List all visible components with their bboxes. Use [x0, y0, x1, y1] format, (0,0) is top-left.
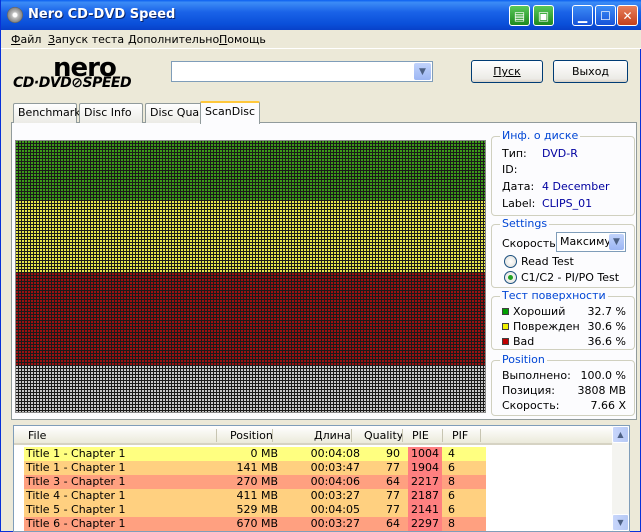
chevron-down-icon[interactable]: ▼ — [609, 234, 624, 250]
list-item[interactable]: Title 1 - Chapter 10 MB 00:04:08 90 1004 4 — [24, 447, 486, 461]
disc-label-value: CLIPS_01 — [542, 197, 593, 210]
list-item[interactable]: Title 5 - Chapter 1 529 MB 00:04:05 77 2141 6 — [24, 503, 486, 517]
start-button[interactable]: Пуск — [471, 60, 543, 83]
speed-label: Скорость — [502, 237, 556, 250]
surface-value: 36.6 % — [587, 335, 626, 348]
col-pie[interactable]: PIE — [412, 429, 429, 442]
read-test-radio[interactable] — [504, 255, 517, 268]
position-value: 3808 MB — [577, 384, 626, 397]
col-file[interactable]: File — [28, 429, 46, 442]
chevron-down-icon[interactable]: ▼ — [414, 63, 431, 80]
tab-scandisc[interactable]: ScanDisc — [200, 101, 260, 124]
app-window: Nero CD-DVD Speed ▤ ▣ ▁ ☐ ✕ Файл Запуск … — [0, 0, 641, 532]
disc-type-label: Тип: — [502, 147, 527, 160]
list-header: File Position Длина Quality PIE PIF — [14, 426, 614, 445]
done-value: 100.0 % — [580, 369, 626, 382]
disc-icon — [7, 7, 23, 23]
list-scrollbar[interactable]: ▲ ▼ — [612, 426, 629, 531]
maximize-button[interactable]: ☐ — [595, 5, 616, 26]
settings-group: Settings Скорость Максиму ▼ Read Test C1… — [491, 217, 635, 288]
surface-label: Поврежден — [513, 320, 580, 333]
list-item[interactable]: Title 6 - Chapter 1 670 MB 00:03:27 64 2297 8 — [24, 517, 486, 531]
results-list: File Position Длина Quality PIE PIF Titl… — [13, 425, 630, 532]
minimize-button[interactable]: ▁ — [572, 5, 593, 26]
c1c2-test-label: C1/C2 - PI/PO Test — [521, 271, 620, 284]
done-label: Выполнено: — [502, 369, 571, 382]
menu-file[interactable]: Файл — [11, 33, 41, 46]
position-label: Позиция: — [502, 384, 555, 397]
tab-benchmark[interactable]: Benchmark — [13, 103, 81, 123]
save-icon-button[interactable]: ▣ — [533, 5, 554, 26]
window-title: Nero CD-DVD Speed — [28, 7, 176, 22]
scroll-down-icon[interactable]: ▼ — [612, 514, 629, 531]
surface-value: 32.7 % — [587, 305, 626, 318]
nero-logo: nero CD·DVD⊘SPEED — [13, 53, 132, 91]
surface-swatch — [502, 308, 509, 315]
col-position[interactable]: Position — [230, 429, 273, 442]
scroll-up-icon[interactable]: ▲ — [612, 426, 629, 443]
read-test-label: Read Test — [521, 255, 574, 268]
surface-label: Bad — [513, 335, 535, 348]
exit-button[interactable]: Выход — [553, 60, 628, 83]
tab-disc-info[interactable]: Disc Info — [79, 103, 143, 123]
scan-surface-map — [15, 140, 486, 413]
scan-grid — [16, 141, 485, 412]
col-length[interactable]: Длина — [314, 429, 351, 442]
disc-type-value: DVD-R — [542, 147, 578, 160]
surface-swatch — [502, 323, 509, 330]
speed-readout-label: Скорость: — [502, 399, 560, 412]
surface-label: Хороший — [513, 305, 566, 318]
list-item[interactable]: Title 1 - Chapter 1 141 MB 00:03:47 77 1904 6 — [24, 461, 486, 475]
menu-run-test[interactable]: Запуск теста — [48, 33, 124, 46]
drive-select[interactable]: ▼ — [171, 61, 433, 82]
list-item[interactable]: Title 4 - Chapter 1 411 MB 00:03:27 77 2187 6 — [24, 489, 486, 503]
tray-icon-button[interactable]: ▤ — [509, 5, 530, 26]
close-button[interactable]: ✕ — [617, 5, 638, 26]
col-pif[interactable]: PIF — [452, 429, 468, 442]
c1c2-test-radio[interactable] — [504, 271, 517, 284]
title-bar[interactable]: Nero CD-DVD Speed ▤ ▣ ▁ ☐ ✕ — [1, 0, 641, 30]
disc-id-label: ID: — [502, 163, 518, 176]
speed-select[interactable]: Максиму ▼ — [556, 232, 626, 252]
disc-info-group: Инф. о диске Тип: DVD-R ID: Дата: 4 Dece… — [491, 129, 635, 216]
disc-label-label: Label: — [502, 197, 536, 210]
position-group: Position Выполнено: 100.0 % Позиция: 380… — [491, 353, 635, 416]
speed-readout-value: 7.66 X — [590, 399, 626, 412]
menu-bar: Файл Запуск теста Дополнительно Помощь — [1, 30, 641, 49]
menu-help[interactable]: Помощь — [219, 33, 266, 46]
menu-extra[interactable]: Дополнительно — [128, 33, 219, 46]
scan-band-bad — [16, 273, 485, 365]
surface-test-group: Тест поверхности Хороший 32.7 % Поврежден 3… — [491, 289, 635, 350]
disc-date-value: 4 December — [542, 180, 610, 193]
disc-date-label: Дата: — [502, 180, 535, 193]
col-quality[interactable]: Quality — [364, 429, 403, 442]
surface-value: 30.6 % — [587, 320, 626, 333]
surface-swatch — [502, 338, 509, 345]
list-item[interactable]: Title 3 - Chapter 1 270 MB 00:04:06 64 2217 8 — [24, 475, 486, 489]
